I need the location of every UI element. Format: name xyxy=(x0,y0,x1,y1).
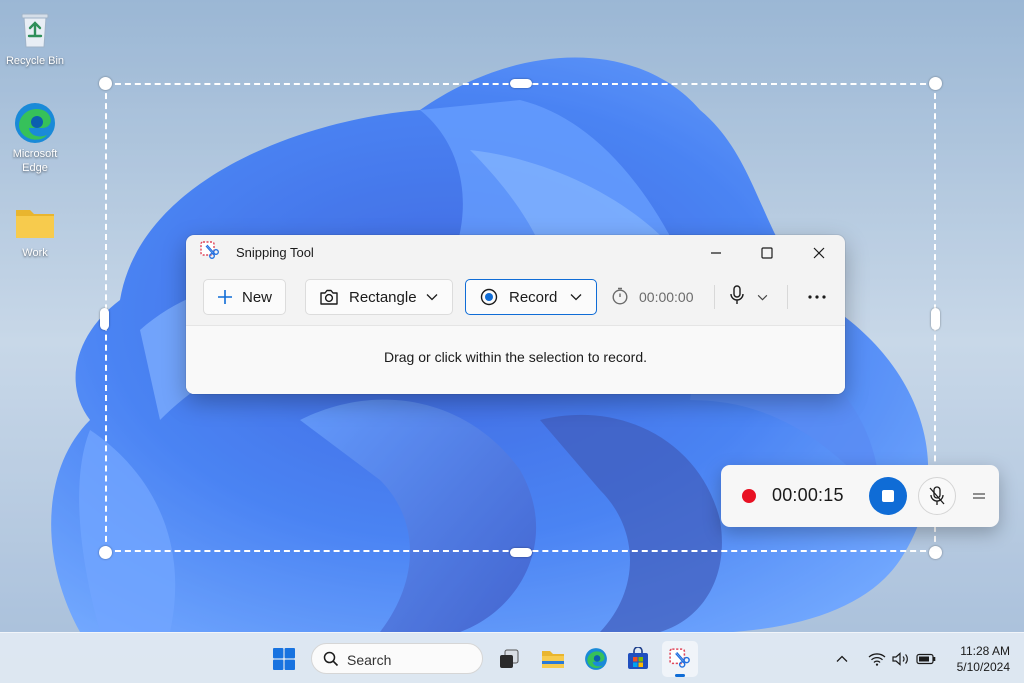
start-button[interactable] xyxy=(266,641,302,677)
wifi-icon xyxy=(868,653,886,666)
folder-icon xyxy=(16,210,54,238)
microsoft-store-button[interactable] xyxy=(620,641,656,677)
desktop-icon-edge[interactable]: Microsoft Edge xyxy=(0,101,70,175)
store-icon xyxy=(628,647,648,669)
minimize-button[interactable] xyxy=(693,239,739,267)
toolbar: New Rectangle Record 00:00:00 xyxy=(186,269,845,325)
microphone-toggle[interactable] xyxy=(726,279,776,315)
stop-recording-button[interactable] xyxy=(869,477,907,515)
camera-icon xyxy=(319,288,339,306)
title-bar[interactable]: Snipping Tool xyxy=(186,235,845,269)
desktop-icon-work-folder[interactable]: Work xyxy=(0,200,70,260)
desktop-icon-label: Recycle Bin xyxy=(5,55,65,67)
file-explorer-button[interactable] xyxy=(535,641,571,677)
quick-settings-button[interactable] xyxy=(860,641,944,677)
close-icon xyxy=(813,247,825,259)
task-view-icon xyxy=(500,649,519,668)
snipping-tool-icon xyxy=(200,241,219,259)
recording-indicator-icon xyxy=(742,489,756,503)
new-button-label: New xyxy=(242,288,273,306)
selection-handle-right[interactable] xyxy=(931,308,940,330)
taskbar-clock[interactable]: 11:28 AM 5/10/2024 xyxy=(957,643,1010,675)
maximize-button[interactable] xyxy=(744,239,790,267)
selection-handle-top[interactable] xyxy=(510,79,532,88)
chevron-down-icon xyxy=(570,293,582,301)
edge-icon xyxy=(15,103,55,143)
snip-content-area: Drag or click within the selection to re… xyxy=(186,325,845,394)
edge-icon xyxy=(585,648,607,670)
window-title: Snipping Tool xyxy=(236,245,314,260)
search-placeholder: Search xyxy=(347,652,392,668)
snip-mode-label: Rectangle xyxy=(349,288,417,306)
desktop-icon-label: Microsoft Edge xyxy=(12,148,58,174)
selection-handle-bottom-left[interactable] xyxy=(99,546,112,559)
timer-selector[interactable]: 00:00:00 xyxy=(611,279,694,315)
battery-icon xyxy=(916,653,936,665)
recording-elapsed-time: 00:00:15 xyxy=(772,485,844,505)
snipping-tool-window: Snipping Tool New Rectangle Record 00:00… xyxy=(186,235,845,394)
windows-start-icon xyxy=(273,648,295,670)
recycle-bin-icon xyxy=(21,13,49,48)
selection-handle-top-right[interactable] xyxy=(929,77,942,90)
clock-date: 5/10/2024 xyxy=(956,660,1010,674)
snipping-tool-taskbar-button[interactable] xyxy=(662,641,698,677)
chevron-down-icon xyxy=(426,293,438,301)
microphone-icon xyxy=(729,284,745,310)
maximize-icon xyxy=(761,247,773,259)
selection-handle-bottom-right[interactable] xyxy=(929,546,942,559)
more-icon xyxy=(808,295,826,299)
snipping-tool-icon xyxy=(669,648,690,668)
stop-icon xyxy=(882,490,894,502)
mute-microphone-button[interactable] xyxy=(918,477,956,515)
desktop-icon-label: Work xyxy=(22,247,48,259)
show-hidden-icons-button[interactable] xyxy=(826,641,858,677)
edge-taskbar-button[interactable] xyxy=(578,641,614,677)
toolbar-divider xyxy=(714,285,715,309)
taskbar-search-box[interactable]: Search xyxy=(311,643,483,674)
more-options-button[interactable] xyxy=(800,279,834,315)
chevron-down-icon xyxy=(757,288,768,306)
close-button[interactable] xyxy=(796,239,842,267)
clock-time: 11:28 AM xyxy=(960,644,1010,658)
desktop-icon-recycle-bin[interactable]: Recycle Bin xyxy=(0,8,70,68)
instruction-text: Drag or click within the selection to re… xyxy=(384,349,647,365)
capture-type-dropdown[interactable]: Record xyxy=(465,279,597,315)
volume-icon xyxy=(892,652,908,666)
selection-handle-top-left[interactable] xyxy=(99,77,112,90)
search-icon xyxy=(323,651,339,667)
recording-control-bar: 00:00:15 xyxy=(721,465,999,527)
minimize-icon xyxy=(711,252,721,254)
task-view-button[interactable] xyxy=(491,641,527,677)
new-button[interactable]: New xyxy=(203,279,286,315)
timer-icon xyxy=(611,287,629,308)
toolbar-divider xyxy=(787,285,788,309)
plus-icon xyxy=(217,289,233,305)
file-explorer-icon xyxy=(542,651,564,668)
snip-mode-dropdown[interactable]: Rectangle xyxy=(305,279,453,315)
chevron-up-icon xyxy=(836,655,848,662)
selection-handle-bottom[interactable] xyxy=(510,548,532,557)
record-icon xyxy=(480,288,498,306)
selection-handle-left[interactable] xyxy=(100,308,109,330)
timer-value: 00:00:00 xyxy=(639,289,694,305)
microphone-off-icon xyxy=(929,486,945,505)
capture-type-label: Record xyxy=(509,288,558,306)
drag-handle-icon[interactable] xyxy=(970,487,988,505)
taskbar: Search 11:28 AM 5/10/2024 xyxy=(0,632,1024,683)
